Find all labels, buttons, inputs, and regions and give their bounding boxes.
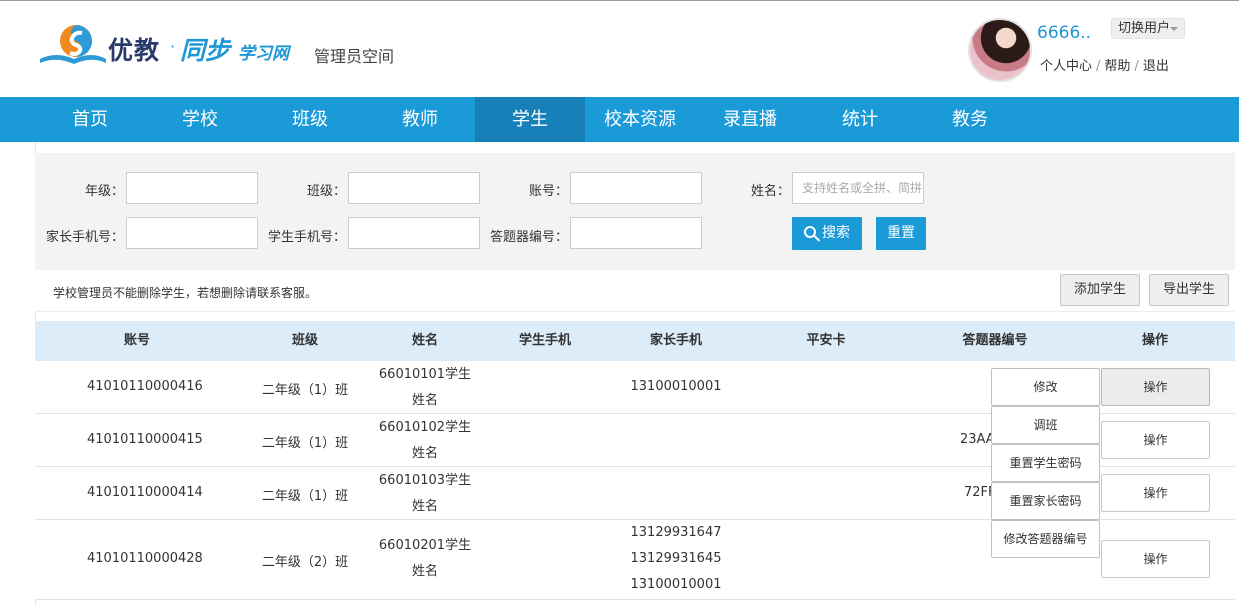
- col-student-phone: 学生手机: [518, 333, 571, 348]
- main-nav: 首页 学校 班级 教师 学生 校本资源 录直播 统计 教务: [0, 97, 1239, 142]
- phone-line: 13129931645: [630, 551, 722, 566]
- menu-item-change-class[interactable]: 调班: [991, 406, 1100, 444]
- menu-item-reset-student-password[interactable]: 重置学生密码: [991, 444, 1100, 482]
- cell-class: 二年级（1）班: [261, 489, 349, 504]
- name-line: 姓名: [411, 446, 438, 461]
- col-operation: 操作: [1141, 333, 1168, 348]
- clicker-input[interactable]: [570, 217, 702, 249]
- grade-label: 年级：: [84, 184, 124, 199]
- table-header: 账号 班级 姓名 学生手机 家长手机 平安卡 答题器编号 操作: [35, 321, 1235, 361]
- cell-class: 二年级（1）班: [261, 436, 349, 451]
- class-label: 班级：: [306, 184, 346, 199]
- username[interactable]: 6666..: [1037, 23, 1091, 43]
- search-button-label: 搜索: [822, 225, 850, 241]
- col-safety-card: 平安卡: [806, 333, 846, 348]
- parent-phone-input[interactable]: [126, 217, 258, 249]
- export-student-button[interactable]: 导出学生: [1149, 274, 1229, 306]
- class-input[interactable]: [348, 172, 480, 204]
- name-line: 66010103学生: [378, 473, 472, 488]
- col-clicker: 答题器编号: [962, 333, 1028, 348]
- add-student-button[interactable]: 添加学生: [1060, 274, 1140, 306]
- notice-bar: 学校管理员不能删除学生，若想删除请联系客服。 添加学生 导出学生: [35, 270, 1235, 312]
- brand-name: 优教: [108, 36, 161, 65]
- account-input[interactable]: [570, 172, 702, 204]
- student-phone-label: 学生手机号：: [267, 230, 346, 245]
- brand-logo-icon: [40, 25, 106, 64]
- menu-item-edit-clicker[interactable]: 修改答题器编号: [991, 520, 1100, 558]
- account-label: 账号：: [528, 184, 568, 199]
- cell-name: 66010201学生 姓名: [355, 533, 495, 585]
- nav-item-academic[interactable]: 教务: [915, 97, 1025, 142]
- col-parent-phone: 家长手机: [649, 333, 702, 348]
- name-line: 姓名: [411, 393, 438, 408]
- cell-name: 66010101学生 姓名: [355, 362, 495, 414]
- header: 优教 · 同步 学习网 管理员空间 6666.. 切换用户 个人中心 / 帮助 / 退出: [0, 0, 1239, 97]
- cell-account: 41010110000416: [87, 379, 203, 394]
- col-name: 姓名: [411, 333, 438, 348]
- nav-item-school-resources[interactable]: 校本资源: [585, 97, 695, 142]
- nav-item-live[interactable]: 录直播: [695, 97, 805, 142]
- nav-item-home[interactable]: 首页: [35, 97, 145, 142]
- cell-parent-phone: 13129931647 13129931645 13100010001: [616, 520, 736, 598]
- brand-dot: ·: [170, 37, 176, 56]
- switch-user-button[interactable]: 切换用户: [1111, 18, 1185, 39]
- student-phone-input[interactable]: [348, 217, 480, 249]
- personal-center-link[interactable]: 个人中心: [1040, 59, 1092, 74]
- cell-name: 66010103学生 姓名: [355, 468, 495, 520]
- name-line: 姓名: [411, 564, 438, 579]
- operation-button[interactable]: 操作: [1101, 368, 1210, 406]
- logout-link[interactable]: 退出: [1143, 59, 1169, 74]
- help-link[interactable]: 帮助: [1104, 59, 1130, 74]
- cell-name: 66010102学生 姓名: [355, 415, 495, 467]
- operation-button[interactable]: 操作: [1101, 421, 1210, 459]
- operation-button[interactable]: 操作: [1101, 474, 1210, 512]
- nav-item-student[interactable]: 学生: [475, 97, 585, 142]
- brand-site: 学习网: [238, 44, 289, 64]
- menu-item-edit[interactable]: 修改: [991, 368, 1100, 406]
- switch-user-label: 切换用户: [1118, 21, 1171, 36]
- grade-input[interactable]: [126, 172, 258, 204]
- nav-item-class[interactable]: 班级: [255, 97, 365, 142]
- caret-down-icon: [1170, 27, 1178, 31]
- brand-sync: 同步: [180, 36, 231, 65]
- page-subtitle: 管理员空间: [314, 47, 395, 66]
- cell-account: 41010110000428: [87, 551, 203, 566]
- name-label: 姓名：: [750, 184, 790, 199]
- phone-line: 13129931647: [630, 525, 722, 540]
- cell-class: 二年级（2）班: [261, 555, 349, 570]
- reset-button[interactable]: 重置: [876, 217, 926, 250]
- cell-account: 41010110000414: [87, 485, 203, 500]
- name-line: 66010102学生: [378, 420, 472, 435]
- clicker-label: 答题器编号：: [489, 230, 568, 245]
- nav-item-school[interactable]: 学校: [145, 97, 255, 142]
- cell-parent-phone: 13100010001: [630, 379, 722, 394]
- cell-account: 41010110000415: [87, 432, 203, 447]
- col-account: 账号: [123, 333, 150, 348]
- cell-class: 二年级（1）班: [261, 383, 349, 398]
- name-line: 66010201学生: [378, 538, 472, 553]
- col-class: 班级: [291, 333, 318, 348]
- name-input[interactable]: 支持姓名或全拼、简拼: [792, 172, 924, 204]
- menu-item-reset-parent-password[interactable]: 重置家长密码: [991, 482, 1100, 520]
- search-panel: 年级： 班级： 账号： 姓名： 支持姓名或全拼、简拼 家长手机号： 学生手机号：…: [35, 153, 1235, 270]
- nav-item-stats[interactable]: 统计: [805, 97, 915, 142]
- search-icon: [804, 226, 816, 238]
- search-button[interactable]: 搜索: [792, 217, 862, 250]
- parent-phone-label: 家长手机号：: [45, 230, 124, 245]
- user-links: 个人中心 / 帮助 / 退出: [1040, 59, 1169, 74]
- phone-line: 13100010001: [630, 577, 722, 592]
- name-line: 姓名: [411, 499, 438, 514]
- name-line: 66010101学生: [378, 367, 472, 382]
- avatar[interactable]: [968, 18, 1032, 82]
- nav-item-teacher[interactable]: 教师: [365, 97, 475, 142]
- operation-button[interactable]: 操作: [1101, 540, 1210, 578]
- notice-text: 学校管理员不能删除学生，若想删除请联系客服。: [53, 286, 318, 300]
